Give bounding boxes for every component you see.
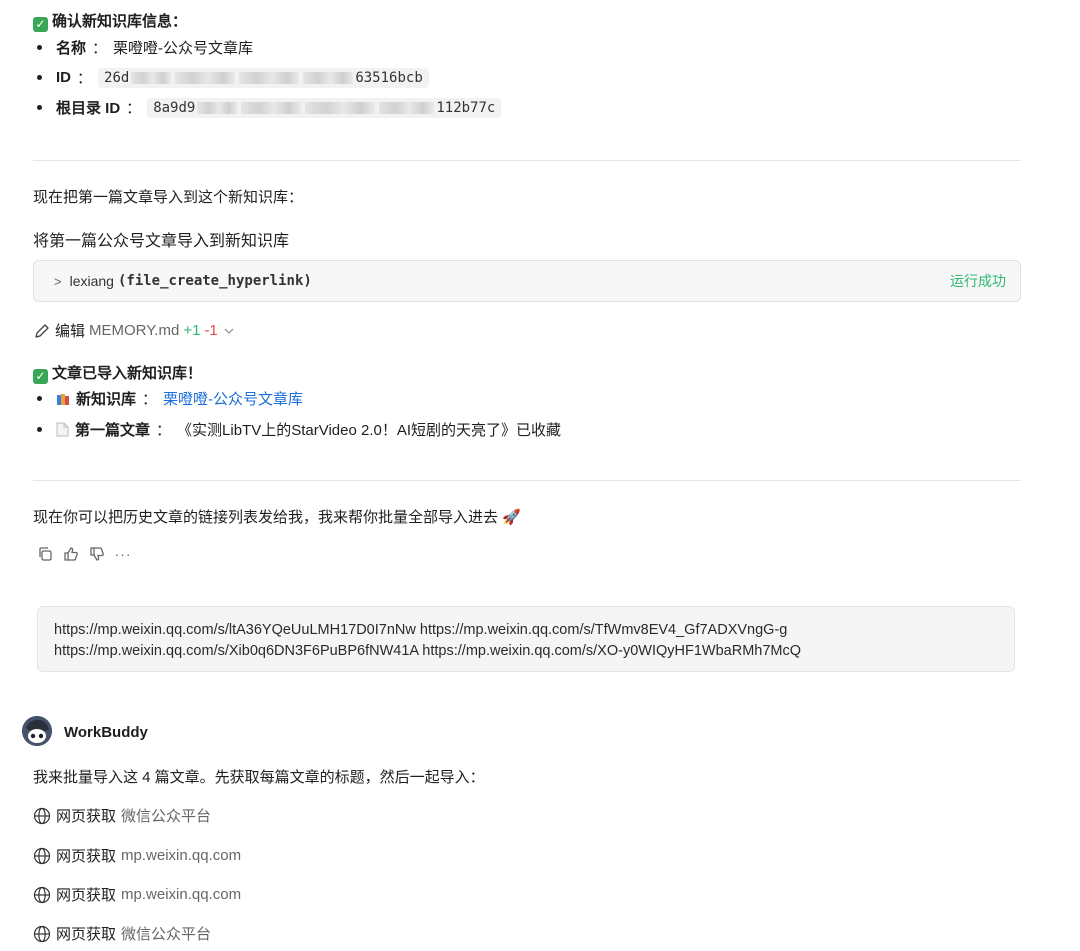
kb-root-id-value: 8a9d9 112b77c — [147, 97, 502, 118]
tool-call-title: 将第一篇公众号文章导入到新知识库 — [33, 233, 290, 250]
kb-name-value: 栗噔噔-公众号文章库 — [113, 40, 254, 57]
bullet — [37, 75, 42, 80]
message-actions: ··· — [35, 544, 133, 564]
kb-id-row: ID： 26d 63516bcb — [33, 67, 429, 88]
kb-id-value: 26d 63516bcb — [98, 67, 429, 88]
pencil-icon — [35, 323, 49, 338]
fetch-target: 微信公众平台 — [121, 926, 212, 943]
web-fetch-row[interactable]: 网页获取 微信公众平台 — [33, 923, 211, 944]
thumbs-up-icon[interactable] — [61, 544, 81, 564]
tool-status: 运行成功 — [950, 273, 1006, 289]
globe-icon — [33, 847, 51, 864]
check-icon: ✓ — [33, 369, 48, 384]
assistant-name: WorkBuddy — [64, 724, 148, 741]
fetch-target: 微信公众平台 — [121, 808, 212, 825]
web-fetch-row[interactable]: 网页获取 mp.weixin.qq.com — [33, 845, 241, 866]
article-title: 《实测LibTV上的StarVideo 2.0！AI短剧的天亮了》已收藏 — [177, 422, 562, 439]
redacted — [197, 101, 238, 114]
kb-info-heading: ✓ 确认新知识库信息： — [33, 10, 187, 32]
diff-added: +1 — [183, 322, 201, 339]
divider — [33, 480, 1021, 481]
bullet — [37, 45, 42, 50]
divider — [33, 160, 1021, 161]
kb-root-id-row: 根目录 ID： 8a9d9 112b77c — [33, 97, 502, 118]
chevron-down-icon[interactable] — [222, 324, 236, 338]
books-icon — [57, 393, 69, 405]
kb-name-row: 名称： 栗噔噔-公众号文章库 — [33, 37, 253, 58]
imported-kb-row: 新知识库： 栗噔噔-公众号文章库 — [33, 388, 303, 409]
redacted — [239, 71, 300, 84]
user-message-line: https://mp.weixin.qq.com/s/Xib0q6DN3F6Pu… — [54, 643, 802, 659]
redacted — [175, 71, 236, 84]
check-icon: ✓ — [33, 17, 48, 32]
bullet — [37, 105, 42, 110]
redacted — [131, 71, 172, 84]
avatar — [22, 716, 52, 746]
web-fetch-row[interactable]: 网页获取 mp.weixin.qq.com — [33, 884, 241, 905]
chevron-right-icon: > — [54, 273, 62, 289]
kb-link[interactable]: 栗噔噔-公众号文章库 — [163, 388, 303, 409]
more-icon[interactable]: ··· — [113, 544, 133, 564]
diff-removed: -1 — [204, 322, 218, 339]
bullet — [37, 427, 42, 432]
thumbs-down-icon[interactable] — [87, 544, 107, 564]
copy-icon[interactable] — [35, 544, 55, 564]
globe-icon — [33, 807, 51, 824]
redacted — [379, 101, 435, 114]
imported-article-row: 第一篇文章： 《实测LibTV上的StarVideo 2.0！AI短剧的天亮了》… — [33, 419, 561, 440]
redacted — [305, 101, 376, 114]
user-message-bubble: https://mp.weixin.qq.com/s/ltA36YQeUuLMH… — [37, 606, 1015, 672]
bullet — [37, 396, 42, 401]
tool-function: (file_create_hyperlink) — [117, 273, 312, 289]
redacted — [241, 101, 302, 114]
user-message-line: https://mp.weixin.qq.com/s/ltA36YQeUuLMH… — [54, 622, 788, 638]
fetch-target: mp.weixin.qq.com — [121, 847, 242, 864]
message-text: 现在你可以把历史文章的链接列表发给我，我来帮你批量全部导入进去 🚀 — [33, 509, 521, 526]
message-text: 现在把第一篇文章导入到这个新知识库： — [33, 189, 304, 206]
fetch-target: mp.weixin.qq.com — [121, 886, 242, 903]
globe-icon — [33, 925, 51, 942]
edit-file-row[interactable]: 编辑 MEMORY.md +1 -1 — [33, 320, 236, 341]
tool-name: lexiang — [69, 273, 114, 289]
document-icon — [56, 422, 69, 437]
imported-heading: ✓ 文章已导入新知识库！ — [33, 362, 202, 384]
web-fetch-row[interactable]: 网页获取 微信公众平台 — [33, 805, 211, 826]
redacted — [303, 71, 354, 84]
assistant-message: 我来批量导入这 4 篇文章。先获取每篇文章的标题，然后一起导入： — [33, 769, 485, 786]
tool-call-box[interactable]: > lexiang (file_create_hyperlink) 运行成功 — [33, 260, 1021, 302]
edit-filename: MEMORY.md — [89, 322, 180, 339]
globe-icon — [33, 886, 51, 903]
